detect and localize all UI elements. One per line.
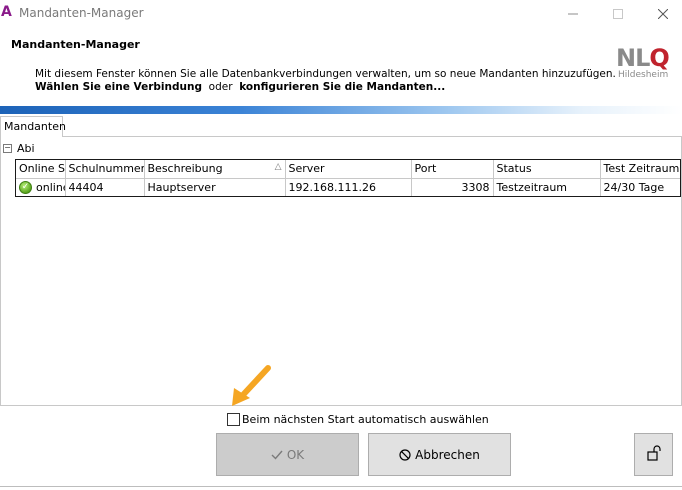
column-header-schulnummer[interactable]: Schulnummer: [65, 160, 145, 179]
title-bar: A Mandanten-Manager: [0, 0, 682, 28]
column-header-server[interactable]: Server: [285, 160, 412, 179]
maximize-button[interactable]: [595, 2, 641, 26]
collapse-icon[interactable]: −: [3, 143, 12, 153]
header-title: Mandanten-Manager: [11, 38, 140, 51]
close-button[interactable]: [640, 2, 682, 26]
bottom-edge: [0, 486, 682, 487]
column-header-port[interactable]: Port: [411, 160, 494, 179]
group-header-abi[interactable]: − Abi: [3, 141, 35, 155]
cell-beschreibung: Hauptserver: [144, 178, 286, 196]
header-gradient-bar: [0, 106, 682, 114]
minimize-icon: [568, 13, 578, 15]
unlock-button[interactable]: [634, 433, 673, 476]
cell-server: 192.168.111.26: [285, 178, 412, 196]
footer-divider: [0, 405, 682, 406]
header-instruction: Wählen Sie eine Verbindung oder konfigur…: [35, 81, 445, 93]
group-label: Abi: [17, 141, 35, 155]
table-header-row: Online St Schulnummer Beschreibung △ Serv…: [16, 160, 680, 179]
column-header-status[interactable]: Status: [493, 160, 601, 179]
ok-button[interactable]: OK: [216, 433, 359, 476]
unlock-icon: [646, 445, 661, 464]
auto-select-checkbox[interactable]: [227, 412, 240, 426]
sort-ascending-icon: △: [274, 162, 282, 173]
header-description: Mit diesem Fenster können Sie alle Daten…: [35, 68, 616, 80]
column-header-online[interactable]: Online St: [16, 160, 66, 179]
tab-mandanten[interactable]: Mandanten: [0, 116, 66, 137]
window-title: Mandanten-Manager: [19, 6, 144, 20]
instruction-configure-clients: konfigurieren Sie die Mandanten...: [239, 81, 446, 93]
instruction-select-connection: Wählen Sie eine Verbindung: [35, 81, 202, 93]
maximize-icon: [613, 9, 623, 19]
table-row[interactable]: ✓online 44404 Hauptserver 192.168.111.26…: [16, 178, 680, 196]
online-check-icon: ✓: [19, 181, 32, 194]
close-icon: [658, 9, 668, 19]
app-icon: A: [1, 4, 12, 20]
connections-table: Online St Schulnummer Beschreibung △ Serv…: [15, 159, 681, 197]
nlq-logo: NLQ Hildesheim: [616, 44, 670, 80]
checkmark-icon: [271, 450, 283, 460]
cell-test-zeitraum: 24/30 Tage: [603, 180, 665, 194]
cell-status: Testzeitraum: [493, 178, 601, 196]
cancel-icon: [399, 448, 411, 461]
cell-online-status: ✓online: [16, 178, 66, 196]
cancel-label: Abbrechen: [415, 447, 480, 462]
header: Mandanten-Manager Mit diesem Fenster kön…: [0, 28, 682, 106]
tab-strip: Mandanten: [0, 115, 682, 137]
column-header-test-zeitraum[interactable]: Test Zeitraum: [600, 160, 680, 179]
cell-port: 3308: [411, 178, 494, 196]
auto-select-label[interactable]: Beim nächsten Start automatisch auswähle…: [242, 413, 489, 426]
instruction-or: oder: [208, 81, 233, 93]
cell-schulnummer: 44404: [65, 178, 145, 196]
minimize-button[interactable]: [550, 2, 596, 26]
mandanten-panel: − Abi Online St Schulnummer Beschreibung…: [0, 137, 682, 405]
auto-select-row[interactable]: Beim nächsten Start automatisch auswähle…: [227, 412, 489, 426]
annotation-arrow-icon: [222, 362, 282, 412]
ok-label: OK: [286, 447, 305, 462]
cancel-button[interactable]: Abbrechen: [368, 433, 511, 476]
column-header-beschreibung[interactable]: Beschreibung △: [144, 160, 286, 179]
